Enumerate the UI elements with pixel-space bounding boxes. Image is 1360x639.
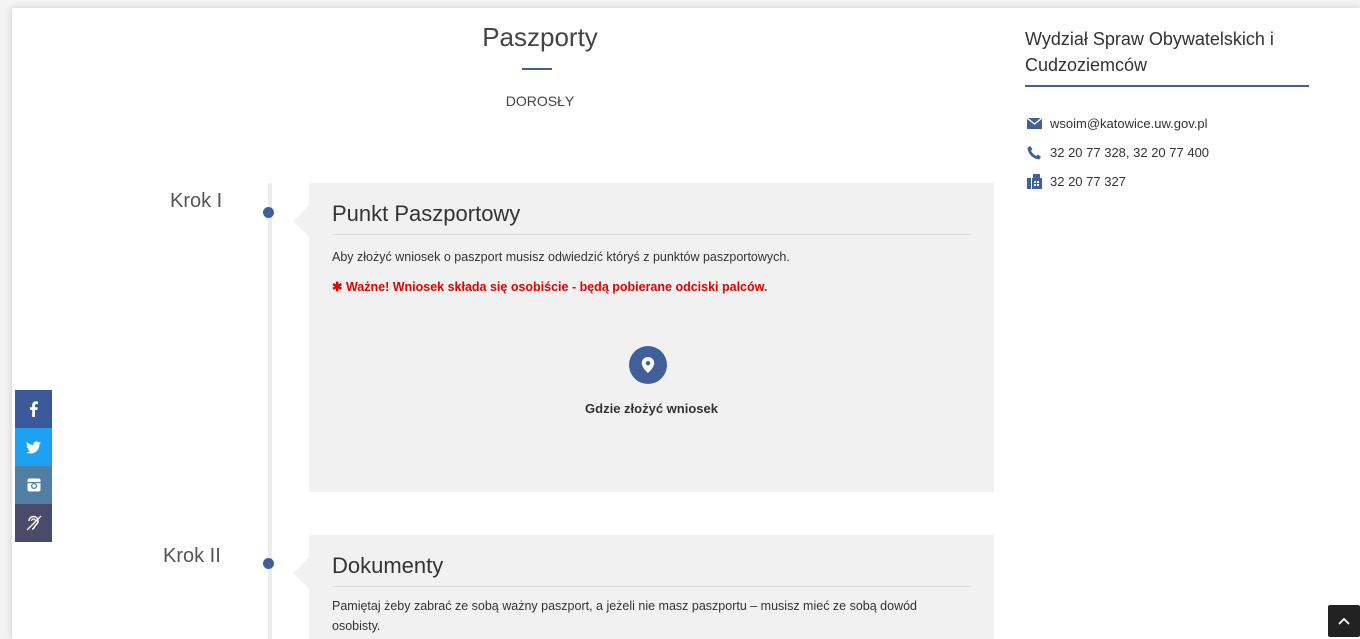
- instagram-icon: [27, 478, 40, 492]
- contact-email[interactable]: wsoim@katowice.uw.gov.pl: [1027, 116, 1207, 131]
- card-divider: [332, 586, 971, 587]
- chevron-up-icon: [1338, 617, 1350, 625]
- timeline-line: [268, 183, 272, 639]
- facebook-button[interactable]: [15, 390, 52, 428]
- sidebar-title: Wydział Spraw Obywatelskich i Cudzoziemc…: [1025, 29, 1274, 75]
- step-card: Punkt Paszportowy Aby złożyć wniosek o p…: [293, 183, 994, 492]
- scroll-top-button[interactable]: [1328, 605, 1360, 637]
- map-marker-button[interactable]: [629, 346, 667, 384]
- twitter-button[interactable]: [15, 428, 52, 466]
- phone-icon: [1027, 145, 1041, 159]
- envelope-icon: [1027, 118, 1042, 129]
- timeline-dot: [263, 558, 274, 569]
- card-text: Aby złożyć wniosek o paszport musisz odw…: [332, 250, 790, 264]
- contact-fax: 32 20 77 327: [1027, 174, 1126, 189]
- accessibility-hearing-icon: [26, 515, 41, 531]
- card-divider: [332, 234, 971, 235]
- accessibility-button[interactable]: [15, 504, 52, 542]
- contact-phone[interactable]: 32 20 77 328, 32 20 77 400: [1027, 145, 1209, 160]
- contact-text: 32 20 77 327: [1050, 174, 1126, 189]
- card-text: Pamiętaj żeby zabrać ze sobą ważny paszp…: [332, 599, 918, 633]
- fax-icon: [1027, 174, 1042, 189]
- contact-text: wsoim@katowice.uw.gov.pl: [1050, 116, 1208, 131]
- where-to-apply-link[interactable]: Gdzie złożyć wniosek: [309, 401, 994, 416]
- step-card: Dokumenty Pamiętaj żeby zabrać ze sobą w…: [293, 535, 994, 639]
- page-subtitle: DOROSŁY: [505, 93, 575, 109]
- asterisk-icon: ✱: [332, 280, 346, 294]
- facebook-icon: [29, 401, 38, 417]
- instagram-button[interactable]: [15, 466, 52, 504]
- card-title: Dokumenty: [332, 553, 444, 578]
- page-title: Paszporty: [482, 22, 598, 52]
- contact-text: 32 20 77 328, 32 20 77 400: [1050, 145, 1210, 160]
- timeline-dot: [263, 207, 274, 218]
- twitter-icon: [26, 440, 41, 453]
- sidebar-divider: [1025, 85, 1309, 87]
- step-label: Krok II: [163, 545, 221, 567]
- card-title: Punkt Paszportowy: [332, 201, 521, 226]
- title-divider: [522, 68, 552, 70]
- warning-label: Ważne! Wniosek składa się osobiście - bę…: [345, 280, 768, 294]
- step-label: Krok I: [170, 190, 223, 212]
- map-marker-icon: [641, 357, 655, 373]
- warning-text: ✱ Ważne! Wniosek składa się osobiście - …: [332, 279, 767, 294]
